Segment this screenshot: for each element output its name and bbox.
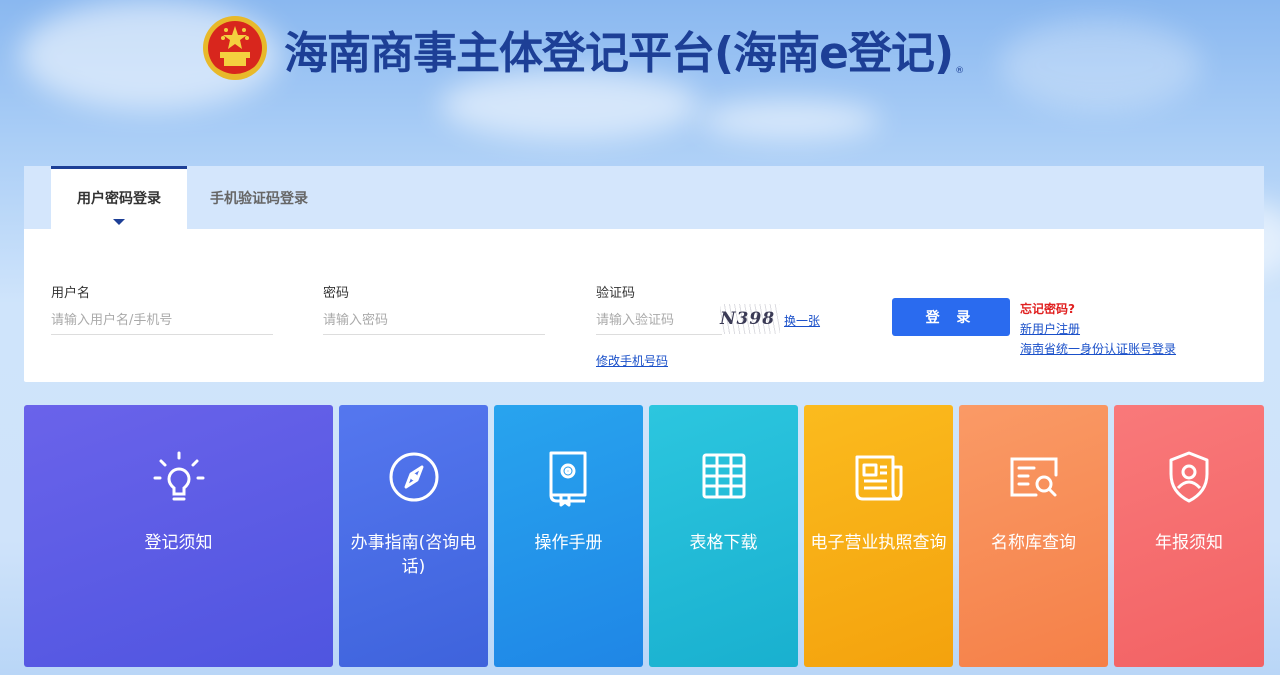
tile-registration-notice[interactable]: 登记须知	[24, 405, 333, 667]
tile-label: 登记须知	[144, 533, 213, 553]
newspaper-icon	[847, 445, 911, 509]
tab-password-login[interactable]: 用户密码登录	[51, 166, 187, 229]
search-card-icon	[1002, 445, 1066, 509]
tile-label: 名称库查询	[991, 533, 1076, 553]
tile-label: 年报须知	[1155, 533, 1223, 553]
captcha-label: 验证码	[596, 286, 636, 301]
captcha-input[interactable]	[596, 307, 722, 335]
refresh-captcha-link[interactable]: 换一张	[784, 312, 820, 329]
tile-annual-report-notice[interactable]: 年报须知	[1114, 405, 1264, 667]
tile-form-download[interactable]: 表格下载	[649, 405, 798, 667]
login-tabbar: 用户密码登录 手机验证码登录	[24, 166, 1264, 229]
username-input[interactable]	[51, 307, 273, 335]
tile-label: 操作手册	[534, 533, 603, 553]
captcha-group: 验证码 N398 换一张 修改手机号码	[596, 282, 856, 372]
login-panel: 用户密码登录 手机验证码登录 用户名 密码 验证码 N398 换一张 修改手机号…	[24, 166, 1264, 382]
password-label: 密码	[323, 286, 350, 301]
password-input[interactable]	[323, 307, 545, 335]
tile-label: 办事指南(咨询电话)	[350, 533, 477, 577]
tab-sms-login-label: 手机验证码登录	[210, 191, 308, 207]
tile-operation-manual[interactable]: 操作手册	[494, 405, 643, 667]
registered-mark: ®	[955, 66, 965, 76]
modify-phone-link[interactable]: 修改手机号码	[596, 352, 668, 369]
register-link[interactable]: 新用户注册	[1020, 320, 1176, 337]
compass-icon	[382, 445, 446, 509]
caret-down-icon	[113, 219, 125, 225]
site-header: 海南商事主体登记平台(海南e登记) ®	[200, 14, 964, 84]
username-label: 用户名	[51, 286, 91, 301]
tab-sms-login[interactable]: 手机验证码登录	[204, 166, 314, 229]
unified-login-link[interactable]: 海南省统一身份认证账号登录	[1020, 340, 1176, 357]
tile-e-license-query[interactable]: 电子营业执照查询	[804, 405, 953, 667]
username-group: 用户名	[51, 282, 273, 335]
tab-password-login-label: 用户密码登录	[77, 191, 161, 207]
auxiliary-links: 忘记密码? 新用户注册 海南省统一身份认证账号登录	[1020, 300, 1176, 357]
manual-book-icon	[537, 445, 601, 509]
table-grid-icon	[692, 445, 756, 509]
tile-label: 表格下载	[689, 533, 758, 553]
tile-service-guide[interactable]: 办事指南(咨询电话)	[339, 405, 488, 667]
tile-name-database-query[interactable]: 名称库查询	[959, 405, 1108, 667]
page-title: 海南商事主体登记平台(海南e登记)	[284, 28, 954, 79]
captcha-image[interactable]: N398	[720, 304, 780, 334]
user-shield-icon	[1157, 445, 1221, 509]
national-emblem-icon	[200, 14, 270, 84]
forgot-password-link[interactable]: 忘记密码?	[1020, 300, 1176, 317]
tile-label: 电子营业执照查询	[810, 533, 947, 553]
password-group: 密码	[323, 282, 545, 335]
lightbulb-icon	[147, 445, 211, 509]
login-button[interactable]: 登 录	[892, 298, 1010, 336]
